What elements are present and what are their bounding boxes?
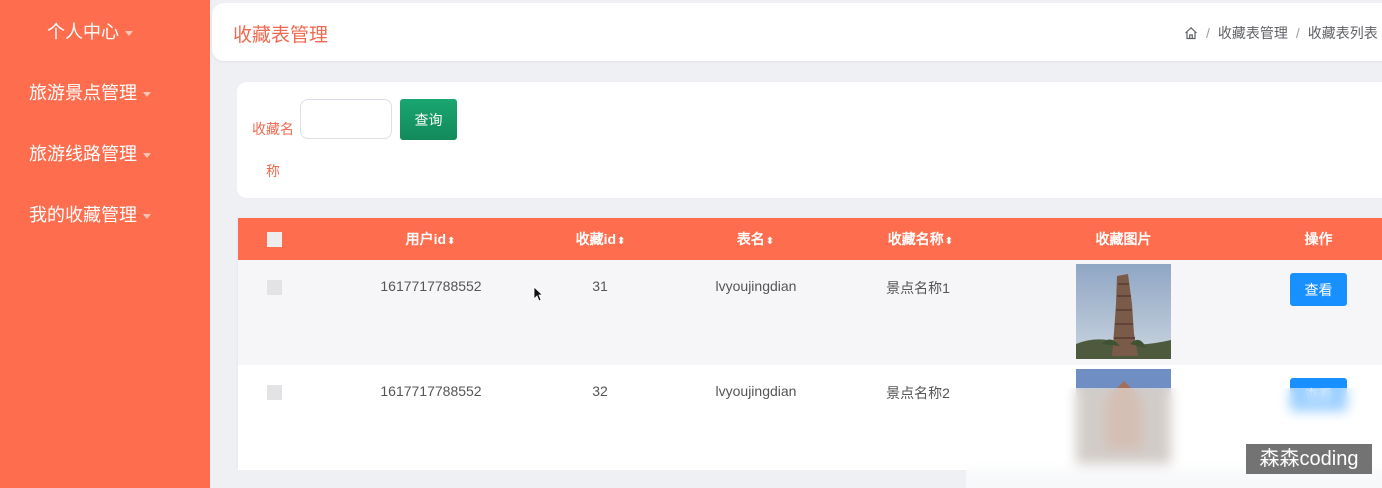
- sort-icon[interactable]: ⬍: [617, 236, 625, 247]
- sort-icon[interactable]: ⬍: [766, 236, 774, 247]
- cell-fav-id: 31: [592, 278, 608, 294]
- page-header: 收藏表管理 / 收藏表管理 / 收藏表列表: [212, 3, 1382, 61]
- column-header-fav-id[interactable]: 收藏id⬍: [538, 218, 663, 260]
- view-button[interactable]: 查看: [1290, 273, 1347, 306]
- sidebar-item-label: 我的收藏管理: [29, 205, 137, 225]
- sidebar-item-label: 个人中心: [47, 22, 119, 42]
- sort-icon[interactable]: ⬍: [447, 236, 455, 247]
- favorite-image: [1076, 264, 1171, 359]
- cell-table-name: lvyoujingdian: [715, 278, 797, 294]
- watermark: 森森coding: [1246, 444, 1372, 474]
- home-icon[interactable]: [1184, 26, 1198, 43]
- column-header-label: 表名: [736, 231, 765, 247]
- column-header-actions: 操作: [1304, 231, 1333, 247]
- cell-user-id: 1617717788552: [380, 278, 482, 294]
- table-row: 1617717788552 31 lvyoujingdian 景点名称1 查看: [238, 260, 1382, 365]
- sidebar-item-label: 旅游线路管理: [29, 144, 137, 164]
- sidebar-item-label: 旅游景点管理: [29, 83, 137, 103]
- column-header-label: 收藏名称: [887, 231, 944, 247]
- sidebar-item-my-favorites[interactable]: 我的收藏管理: [0, 195, 239, 235]
- cell-fav-id: 32: [592, 383, 608, 399]
- chevron-down-icon: [143, 213, 151, 219]
- table-header: 用户id⬍ 收藏id⬍ 表名⬍ 收藏名称⬍ 收藏图片 操作: [238, 218, 1382, 260]
- column-header-fav-name[interactable]: 收藏名称⬍: [858, 218, 983, 260]
- breadcrumb-separator: /: [1206, 25, 1210, 41]
- cell-fav-name: 景点名称2: [886, 385, 950, 401]
- column-header-fav-image: 收藏图片: [1095, 231, 1152, 247]
- breadcrumb-separator: /: [1295, 25, 1300, 41]
- column-header-label: 收藏id: [575, 231, 617, 247]
- sidebar-item-scenic-spots[interactable]: 旅游景点管理: [0, 73, 239, 113]
- sidebar-item-routes[interactable]: 旅游线路管理: [0, 134, 239, 174]
- page-title: 收藏表管理: [233, 25, 329, 46]
- search-label: 收藏名称: [252, 121, 294, 179]
- column-header-user-id[interactable]: 用户id⬍: [368, 218, 493, 260]
- search-card: 收藏名称 查询: [237, 82, 1382, 198]
- search-input[interactable]: [300, 99, 392, 139]
- column-header-label: 用户id: [405, 231, 447, 247]
- select-all-checkbox[interactable]: [267, 232, 282, 247]
- column-header-table-name[interactable]: 表名⬍: [693, 218, 818, 260]
- cell-fav-name: 景点名称1: [886, 280, 950, 296]
- sidebar: 个人中心 旅游景点管理 旅游线路管理 我的收藏管理: [0, 0, 210, 488]
- chevron-down-icon: [125, 30, 133, 36]
- sort-icon[interactable]: ⬍: [945, 236, 953, 247]
- cell-user-id: 1617717788552: [380, 383, 482, 399]
- chevron-down-icon: [143, 91, 151, 97]
- breadcrumb-item-fav-management[interactable]: 收藏表管理: [1218, 25, 1288, 41]
- row-checkbox[interactable]: [267, 385, 282, 400]
- row-checkbox[interactable]: [267, 280, 282, 295]
- cell-table-name: lvyoujingdian: [715, 383, 797, 399]
- search-button[interactable]: 查询: [400, 99, 457, 140]
- breadcrumb: / 收藏表管理 / 收藏表列表: [1184, 23, 1378, 43]
- chevron-down-icon: [143, 152, 151, 158]
- breadcrumb-item-fav-list: 收藏表列表: [1307, 25, 1378, 41]
- mouse-cursor-icon: [533, 286, 544, 307]
